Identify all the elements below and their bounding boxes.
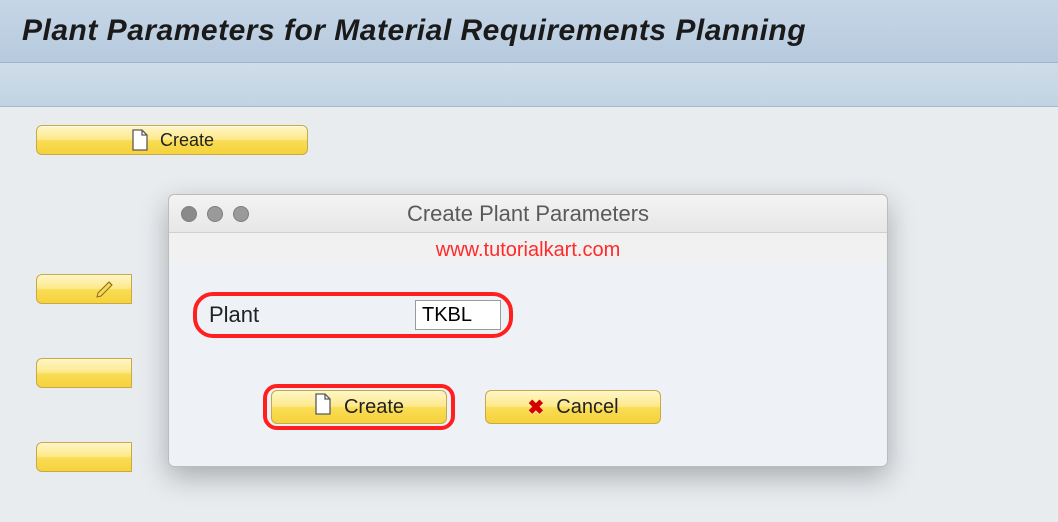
partial-button-1[interactable] bbox=[36, 274, 132, 304]
page-title-bar: Plant Parameters for Material Requiremen… bbox=[0, 0, 1058, 63]
dialog-body: Plant Create bbox=[169, 262, 887, 466]
highlight-create-button: Create bbox=[263, 384, 455, 430]
plant-input[interactable] bbox=[415, 300, 501, 330]
dialog-cancel-button[interactable]: ✖ Cancel bbox=[485, 390, 661, 424]
window-zoom-button[interactable] bbox=[233, 206, 249, 222]
window-minimize-button[interactable] bbox=[207, 206, 223, 222]
dialog-create-button[interactable]: Create bbox=[271, 390, 447, 424]
pencil-icon bbox=[95, 276, 117, 303]
create-plant-parameters-dialog: Create Plant Parameters www.tutorialkart… bbox=[168, 194, 888, 467]
dialog-title: Create Plant Parameters bbox=[169, 201, 887, 227]
dialog-titlebar: Create Plant Parameters bbox=[169, 195, 887, 233]
dialog-button-row: Create ✖ Cancel bbox=[193, 384, 863, 430]
toolbar-strip bbox=[0, 63, 1058, 107]
dialog-cancel-label: Cancel bbox=[556, 396, 618, 419]
create-button-label: Create bbox=[160, 130, 214, 151]
cancel-x-icon: ✖ bbox=[527, 395, 544, 420]
new-doc-icon bbox=[314, 393, 332, 421]
window-close-button[interactable] bbox=[181, 206, 197, 222]
watermark-text: www.tutorialkart.com bbox=[169, 239, 887, 262]
plant-field-label: Plant bbox=[205, 302, 415, 328]
content-area: Create bbox=[0, 107, 1058, 218]
partial-button-2[interactable] bbox=[36, 358, 132, 388]
window-controls bbox=[181, 206, 249, 222]
dialog-create-label: Create bbox=[344, 396, 404, 419]
create-button-row: Create bbox=[36, 125, 1022, 156]
partial-button-3[interactable] bbox=[36, 442, 132, 472]
page-title: Plant Parameters for Material Requiremen… bbox=[22, 14, 1036, 48]
plant-field-row: Plant bbox=[193, 292, 863, 338]
highlight-plant-field: Plant bbox=[193, 292, 513, 338]
create-button[interactable]: Create bbox=[36, 125, 308, 155]
new-doc-icon bbox=[130, 130, 150, 150]
